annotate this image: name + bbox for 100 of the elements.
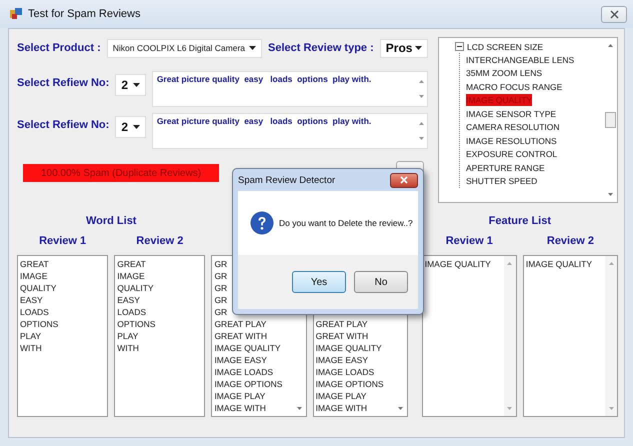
word-list-heading: Word List [86, 215, 136, 229]
question-icon [250, 211, 274, 235]
scroll-up-icon [507, 262, 512, 265]
dialog-message: Do you want to Delete the review..? [279, 218, 413, 228]
list-item[interactable]: IMAGE [117, 270, 202, 282]
scroll-up-icon [608, 262, 614, 265]
tree-item[interactable]: APERTURE RANGE [466, 162, 545, 174]
list-item[interactable]: EASY [20, 294, 106, 306]
feature-list-heading: Feature List [488, 215, 552, 229]
list-item[interactable]: IMAGE WITH [316, 402, 393, 414]
feature-listbox[interactable]: IMAGE QUALITY [522, 255, 618, 417]
list-item[interactable]: IMAGE OPTIONS [316, 378, 393, 390]
spam-result-bar: 100.00% Spam (Duplicate Reviews) [23, 164, 219, 182]
column-heading: Review 2 [546, 235, 594, 249]
list-item[interactable]: WITH [117, 342, 202, 354]
list-item[interactable]: IMAGE QUALITY [526, 258, 603, 270]
list-item[interactable]: EASY [117, 294, 202, 306]
list-item[interactable]: OPTIONS [117, 318, 202, 330]
dropdown-arrow-icon [132, 125, 140, 129]
review-number-dropdown[interactable]: 2 [115, 74, 146, 96]
review-type-label: Select Review type : [268, 42, 374, 54]
review-number-dropdown[interactable]: 2 [115, 116, 146, 138]
list-item[interactable]: PLAY [20, 330, 106, 342]
tree-item[interactable]: EXPOSURE CONTROL [466, 148, 558, 160]
dropdown-arrow-icon [415, 46, 422, 50]
list-item[interactable]: IMAGE QUALITY [424, 258, 502, 270]
review-type-dropdown[interactable]: Pros [380, 38, 428, 58]
review-text-field[interactable]: Great picture quality easy loads options play with. [152, 71, 428, 107]
list-item[interactable]: WITH [20, 342, 106, 354]
word-listbox[interactable]: GREAT IMAGE QUALITY EASY LOADS OPTIONS PLAY WITH [114, 255, 206, 417]
list-item[interactable]: GREAT WITH [316, 330, 393, 342]
scroll-thumb[interactable] [604, 112, 616, 128]
column-heading: Review 1 [446, 235, 493, 249]
scroll-down-icon [507, 407, 512, 410]
dialog-title: Spam Review Detector [238, 174, 336, 186]
column-heading: Review 2 [136, 235, 184, 249]
list-item[interactable]: IMAGE LOADS [316, 366, 393, 378]
word-listbox[interactable]: GREAT IMAGE QUALITY EASY LOADS OPTIONS PLAY WITH [17, 255, 108, 417]
review-number-value: 2 [121, 78, 128, 92]
close-button[interactable] [601, 6, 627, 22]
column-heading: Review 1 [39, 235, 86, 249]
scroll-down-icon [418, 95, 424, 98]
tree-item[interactable]: IMAGE SENSOR TYPE [466, 108, 556, 120]
list-item[interactable]: IMAGE EASY [316, 354, 393, 366]
tree-item[interactable]: 35MM ZOOM LENS [466, 67, 542, 80]
product-label: Select Product : [17, 42, 101, 54]
review-number-label: Select Refiew No: [17, 77, 110, 89]
tree-item[interactable]: MACRO FOCUS RANGE [466, 80, 562, 93]
close-button[interactable] [390, 172, 418, 188]
list-item[interactable]: IMAGE OPTIONS [214, 378, 292, 390]
list-item[interactable]: LOADS [117, 306, 202, 318]
review-text-field[interactable]: Great picture quality easy loads options play with. [152, 113, 428, 149]
scroll-down-icon[interactable] [608, 193, 612, 196]
feature-listbox[interactable]: IMAGE QUALITY [422, 255, 517, 417]
feature-tree[interactable]: LCD SCREEN SIZE INTERCHANGEABLE LENS 35MM ZOOM LENS MACRO FOCUS RANGE IMAGE QUALITY IMAGE SENSOR TYPE CAMERA RESOLUTION IMAGE RESOLUTIONS EXPOSURE CONTROL APERTURE RANGE SHUTTER SPEED [438, 37, 618, 203]
scroll-down-icon [608, 407, 614, 410]
review-number-value: 2 [121, 120, 128, 134]
tree-item[interactable]: INTERCHANGEABLE LENS [466, 54, 574, 66]
list-item[interactable]: QUALITY [117, 282, 202, 294]
product-value: Nikon COOLPIX L6 Digital Camera [112, 43, 246, 53]
tree-item[interactable]: CAMERA RESOLUTION [466, 121, 560, 134]
tree-item[interactable]: IMAGE RESOLUTIONS [466, 134, 557, 147]
list-item[interactable]: GREAT PLAY [316, 318, 393, 330]
list-item[interactable]: IMAGE LOADS [214, 366, 292, 378]
list-item[interactable]: IMAGE QUALITY [316, 342, 393, 354]
list-item[interactable]: IMAGE QUALITY [214, 342, 292, 354]
review-type-value: Pros [386, 41, 412, 55]
dialog-button[interactable]: Yes [292, 271, 346, 293]
review-number-label: Select Refiew No: [17, 119, 110, 131]
window-title: Test for Spam Reviews [28, 8, 142, 20]
list-item[interactable]: IMAGE EASY [214, 354, 292, 366]
tree-item[interactable]: SHUTTER SPEED [466, 175, 538, 188]
list-item[interactable]: IMAGE PLAY [214, 390, 292, 402]
scroll-up-icon [418, 80, 424, 83]
product-dropdown[interactable]: Nikon COOLPIX L6 Digital Camera [106, 38, 262, 58]
scroll-up-icon [418, 122, 424, 125]
tree-item[interactable]: LCD SCREEN SIZE [467, 40, 544, 52]
scroll-up-icon[interactable] [608, 44, 612, 47]
list-item[interactable]: PLAY [117, 330, 202, 342]
scroll-down-icon [297, 407, 302, 410]
list-item[interactable]: IMAGE PLAY [316, 390, 393, 402]
review-text: Great picture quality easy loads options play with. [156, 74, 372, 86]
list-item[interactable]: GREAT PLAY [214, 318, 292, 330]
scroll-down-icon [418, 137, 424, 140]
dialog-button[interactable]: No [354, 271, 408, 293]
list-item[interactable]: IMAGE [20, 270, 106, 282]
collapse-icon[interactable] [455, 42, 464, 51]
scroll-down-icon [398, 407, 404, 410]
list-item[interactable]: QUALITY [20, 282, 106, 294]
list-item[interactable]: OPTIONS [20, 318, 106, 330]
close-icon [400, 176, 408, 184]
list-item[interactable]: IMAGE WITH [214, 402, 292, 414]
list-item[interactable]: GREAT WITH [214, 330, 292, 342]
list-item[interactable]: GREAT [20, 258, 106, 270]
dropdown-arrow-icon [132, 83, 140, 87]
review-text: Great picture quality easy loads options play with. [156, 116, 372, 128]
dropdown-arrow-icon [249, 46, 256, 50]
list-item[interactable]: GREAT [117, 258, 202, 270]
close-icon [610, 10, 618, 18]
list-item[interactable]: LOADS [20, 306, 106, 318]
